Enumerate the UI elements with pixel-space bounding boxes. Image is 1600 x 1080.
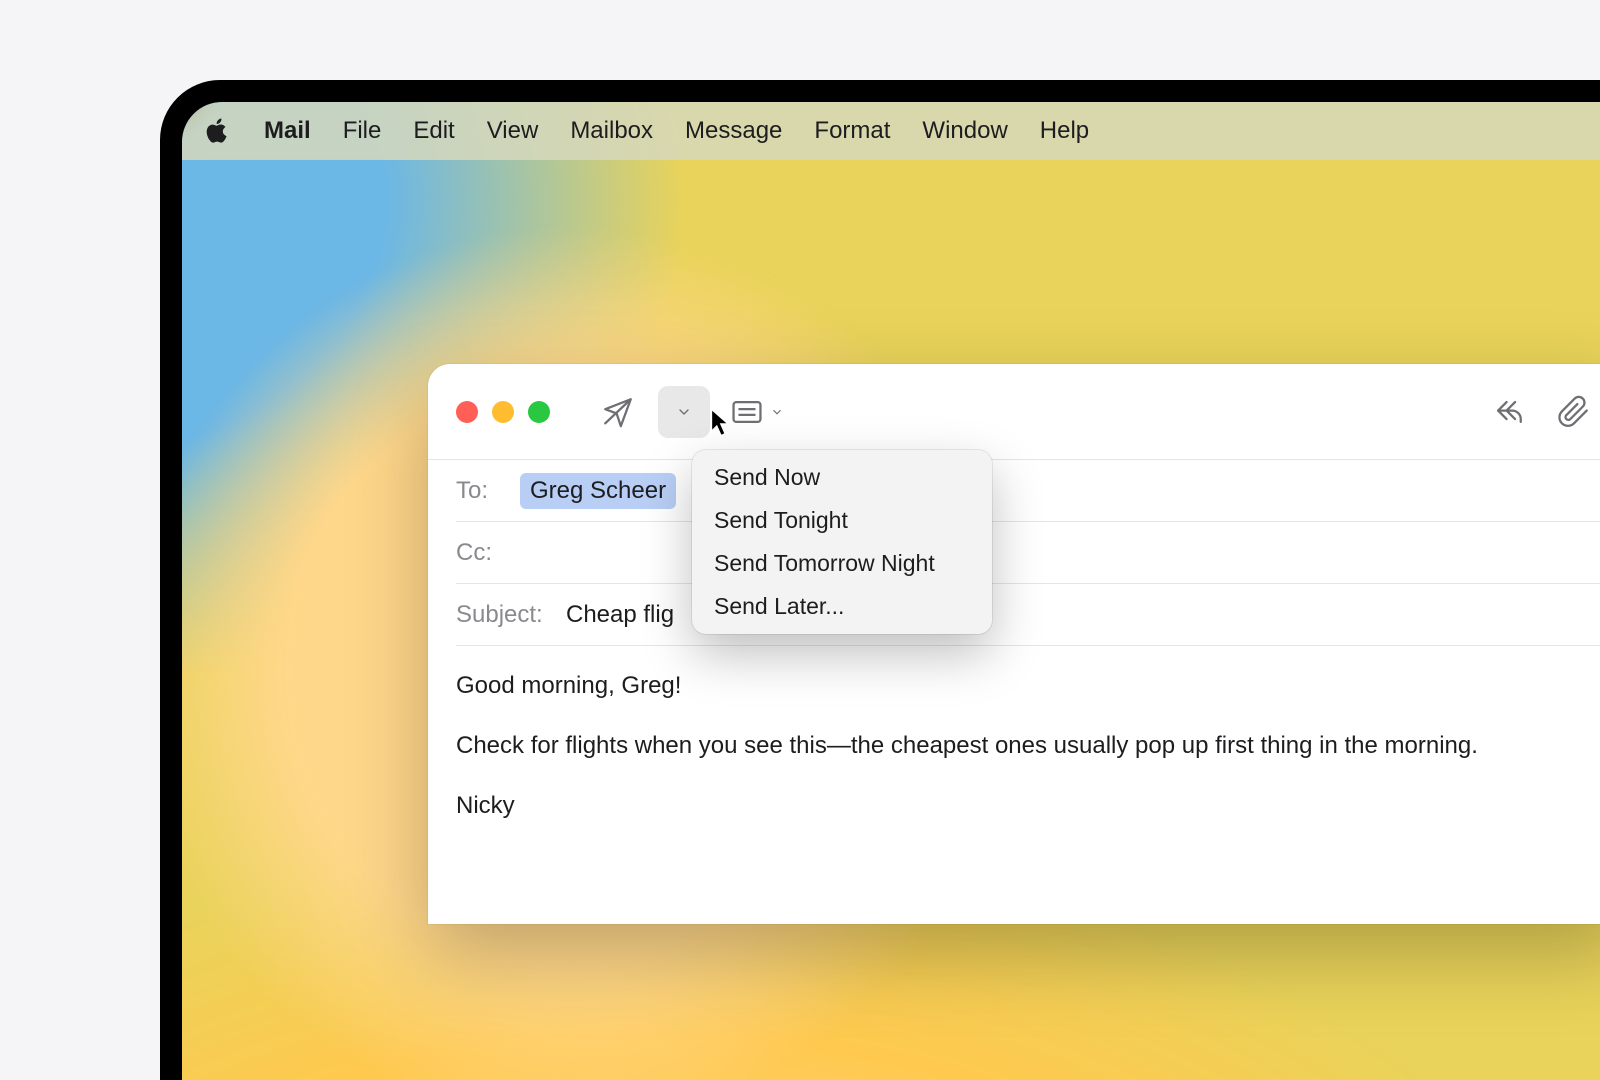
send-later-menu: Send Now Send Tonight Send Tomorrow Nigh…	[692, 450, 992, 634]
menubar-item-help[interactable]: Help	[1040, 117, 1089, 145]
menu-item-send-later[interactable]: Send Later...	[692, 585, 992, 628]
subject-field-row[interactable]: Subject: Cheap flig	[456, 584, 1600, 646]
window-controls	[456, 401, 550, 423]
cc-label: Cc:	[456, 539, 520, 567]
to-recipient-chip[interactable]: Greg Scheer	[520, 473, 676, 509]
header-fields-button[interactable]	[724, 386, 790, 438]
subject-label: Subject:	[456, 601, 566, 629]
apple-icon[interactable]	[206, 118, 232, 144]
menu-item-send-tomorrow-night[interactable]: Send Tomorrow Night	[692, 542, 992, 585]
body-line: Good morning, Greg!	[456, 668, 1600, 704]
cc-field-row[interactable]: Cc:	[456, 522, 1600, 584]
menu-item-send-tonight[interactable]: Send Tonight	[692, 499, 992, 542]
menubar-item-file[interactable]: File	[343, 117, 382, 145]
attach-button[interactable]	[1548, 386, 1600, 438]
send-button[interactable]	[592, 386, 644, 438]
device-frame: Mail File Edit View Mailbox Message Form…	[160, 80, 1600, 1080]
message-body[interactable]: Good morning, Greg! Check for flights wh…	[428, 646, 1600, 824]
body-line: Check for flights when you see this—the …	[456, 728, 1600, 764]
to-field-row[interactable]: To: Greg Scheer	[456, 460, 1600, 522]
menubar-app-name[interactable]: Mail	[264, 117, 311, 145]
menubar-item-format[interactable]: Format	[814, 117, 890, 145]
minimize-button[interactable]	[492, 401, 514, 423]
menubar-item-window[interactable]: Window	[922, 117, 1007, 145]
desktop: Mail File Edit View Mailbox Message Form…	[182, 102, 1600, 1080]
compose-titlebar	[428, 364, 1600, 460]
to-label: To:	[456, 477, 520, 505]
menubar-item-edit[interactable]: Edit	[413, 117, 454, 145]
send-later-dropdown-button[interactable]	[658, 386, 710, 438]
reply-all-button[interactable]	[1482, 386, 1534, 438]
zoom-button[interactable]	[528, 401, 550, 423]
menubar-item-message[interactable]: Message	[685, 117, 782, 145]
menu-item-send-now[interactable]: Send Now	[692, 456, 992, 499]
compose-window: To: Greg Scheer Cc: Subject: Cheap flig …	[428, 364, 1600, 924]
subject-value[interactable]: Cheap flig	[566, 601, 674, 629]
close-button[interactable]	[456, 401, 478, 423]
body-signoff: Nicky	[456, 788, 1600, 824]
menubar-item-mailbox[interactable]: Mailbox	[570, 117, 653, 145]
menubar: Mail File Edit View Mailbox Message Form…	[182, 102, 1600, 160]
menubar-item-view[interactable]: View	[487, 117, 539, 145]
